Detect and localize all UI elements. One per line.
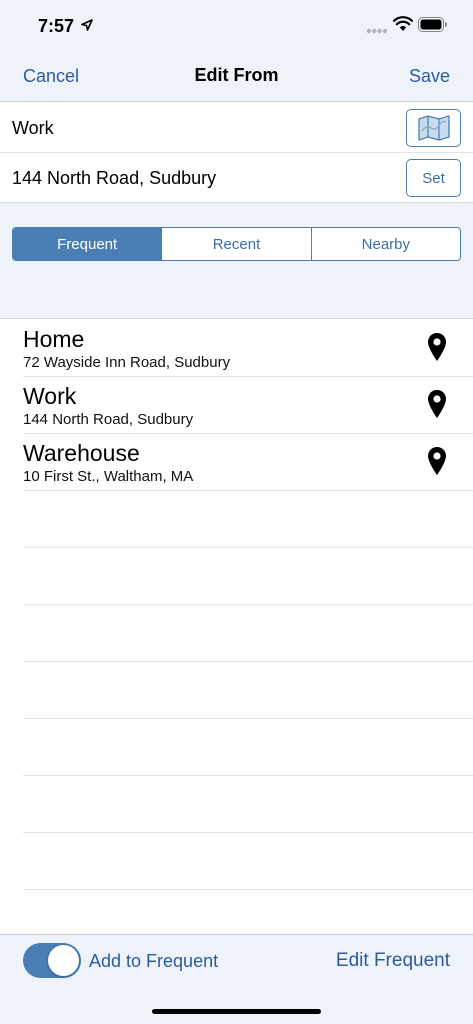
- empty-row: [23, 719, 473, 776]
- add-to-frequent-toggle[interactable]: [23, 943, 81, 978]
- name-row: [0, 103, 473, 153]
- address-row: Set: [0, 153, 473, 203]
- edit-frequent-button[interactable]: Edit Frequent: [336, 950, 450, 972]
- empty-row: [23, 605, 473, 662]
- segment-area: Frequent Recent Nearby: [0, 203, 473, 319]
- add-to-frequent-label[interactable]: Add to Frequent: [89, 951, 218, 972]
- nav-bar: Edit From Cancel Save: [0, 52, 473, 102]
- place-name-field[interactable]: [12, 116, 392, 140]
- save-button[interactable]: Save: [409, 66, 450, 87]
- place-address: 10 First St., Waltham, MA: [23, 468, 194, 485]
- map-pin-icon[interactable]: [427, 332, 447, 362]
- segmented-control: Frequent Recent Nearby: [12, 227, 461, 261]
- segment-recent[interactable]: Recent: [162, 228, 312, 260]
- bottom-toolbar: Add to Frequent Edit Frequent: [0, 934, 473, 1024]
- places-list: Home 72 Wayside Inn Road, Sudbury Work 1…: [0, 320, 473, 890]
- empty-row: [23, 548, 473, 605]
- battery-icon: [418, 17, 447, 32]
- map-pin-icon[interactable]: [427, 389, 447, 419]
- map-pin-icon[interactable]: [427, 446, 447, 476]
- list-item-home[interactable]: Home 72 Wayside Inn Road, Sudbury: [23, 320, 473, 377]
- list-item-warehouse[interactable]: Warehouse 10 First St., Waltham, MA: [23, 434, 473, 491]
- place-name: Work: [23, 383, 77, 409]
- place-address: 72 Wayside Inn Road, Sudbury: [23, 354, 231, 371]
- cancel-button[interactable]: Cancel: [23, 66, 79, 87]
- status-bar: 7:57: [0, 0, 473, 52]
- wifi-icon: [393, 16, 413, 31]
- location-arrow-icon: [81, 19, 93, 31]
- place-name: Warehouse: [23, 440, 140, 466]
- toggle-knob: [48, 945, 79, 976]
- signal-icon: [366, 28, 388, 34]
- empty-row: [23, 833, 473, 890]
- place-name: Home: [23, 326, 85, 352]
- address-field[interactable]: [12, 166, 392, 190]
- segment-nearby[interactable]: Nearby: [312, 228, 460, 260]
- status-time: 7:57: [38, 16, 75, 36]
- empty-row: [23, 491, 473, 548]
- place-address: 144 North Road, Sudbury: [23, 411, 194, 428]
- set-button[interactable]: Set: [406, 159, 461, 197]
- home-indicator: [152, 1009, 321, 1014]
- empty-row: [23, 776, 473, 833]
- empty-row: [23, 662, 473, 719]
- map-icon: [417, 115, 450, 141]
- segment-frequent[interactable]: Frequent: [13, 228, 163, 260]
- map-button[interactable]: [406, 109, 461, 147]
- list-item-work[interactable]: Work 144 North Road, Sudbury: [23, 377, 473, 434]
